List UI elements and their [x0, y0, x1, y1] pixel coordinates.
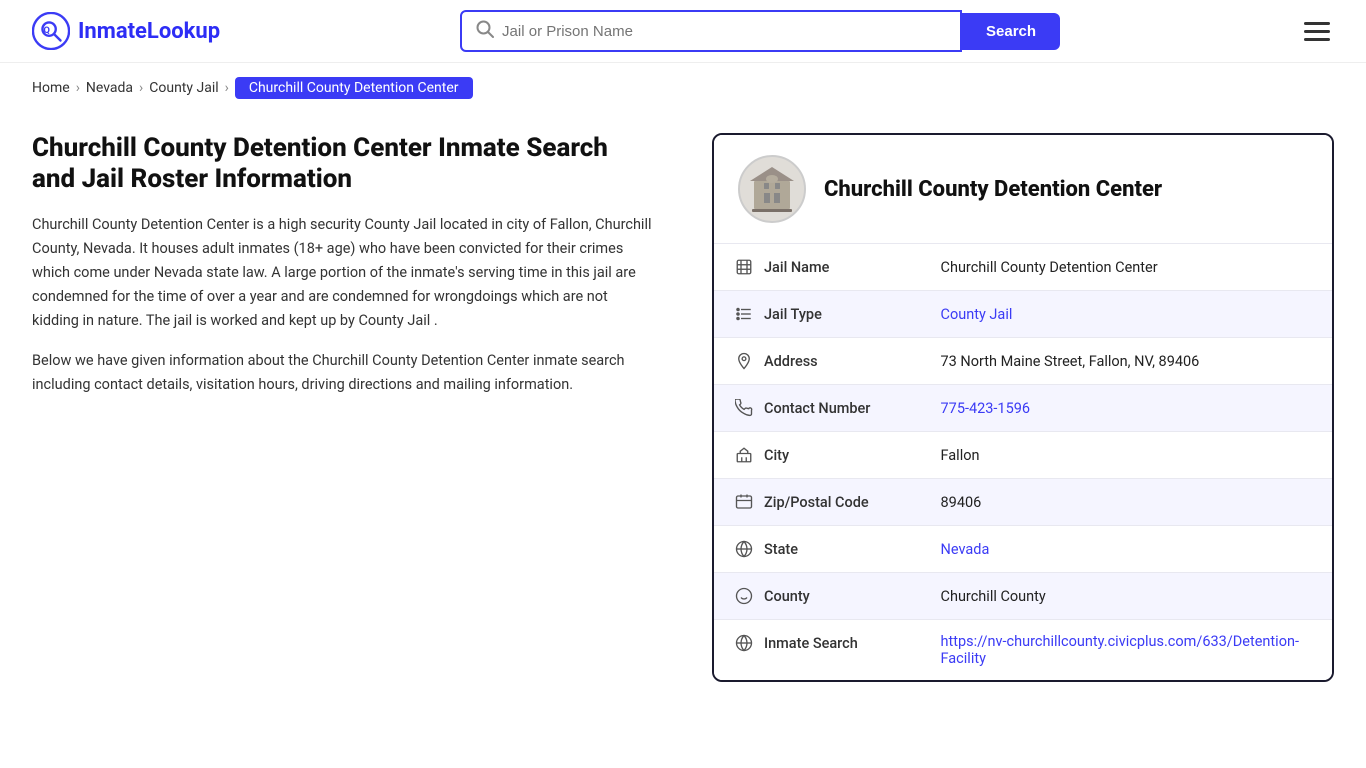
label-text: Address — [764, 353, 818, 370]
breadcrumb-sep-2: › — [139, 80, 143, 96]
location-icon — [734, 351, 754, 371]
table-row: Jail Type County Jail — [714, 291, 1332, 338]
breadcrumb-sep-3: › — [225, 80, 229, 96]
zip-icon — [734, 492, 754, 512]
breadcrumb-home[interactable]: Home — [32, 80, 70, 96]
value-cell: Churchill County Detention Center — [921, 244, 1332, 291]
value-cell: 89406 — [921, 479, 1332, 526]
label-text: Jail Name — [764, 259, 829, 276]
left-column: Churchill County Detention Center Inmate… — [32, 133, 672, 413]
value-cell: Fallon — [921, 432, 1332, 479]
card-title: Churchill County Detention Center — [824, 177, 1162, 202]
label-cell: Contact Number — [714, 385, 914, 431]
label-cell: Jail Name — [714, 244, 914, 290]
label-text: Zip/Postal Code — [764, 494, 869, 511]
contact-number-link[interactable]: 775-423-1596 — [941, 400, 1031, 417]
globe-icon — [734, 633, 754, 653]
label-text: Contact Number — [764, 400, 870, 417]
label-cell: County — [714, 573, 914, 619]
value-cell: 73 North Maine Street, Fallon, NV, 89406 — [921, 338, 1332, 385]
description-paragraph-2: Below we have given information about th… — [32, 349, 652, 397]
value-cell: Nevada — [921, 526, 1332, 573]
breadcrumb-sep-1: › — [76, 80, 80, 96]
label-text: County — [764, 588, 810, 605]
info-table: Jail Name Churchill County Detention Cen… — [714, 244, 1332, 680]
value-cell: https://nv-churchillcounty.civicplus.com… — [921, 620, 1332, 681]
facility-avatar — [738, 155, 806, 223]
header: Q InmateLookup Search — [0, 0, 1366, 63]
table-row: State Nevada — [714, 526, 1332, 573]
logo-text: InmateLookup — [78, 19, 220, 44]
list-icon — [734, 304, 754, 324]
label-cell: Zip/Postal Code — [714, 479, 914, 525]
label-cell: Address — [714, 338, 914, 384]
search-input[interactable] — [502, 23, 946, 40]
svg-text:Q: Q — [43, 25, 50, 36]
label-cell: State — [714, 526, 914, 572]
label-text: Inmate Search — [764, 635, 858, 652]
phone-icon — [734, 398, 754, 418]
hamburger-menu[interactable] — [1300, 18, 1334, 45]
logo-icon: Q — [32, 12, 70, 50]
label-cell: Inmate Search — [714, 620, 914, 666]
jail-icon — [734, 257, 754, 277]
logo-link[interactable]: Q InmateLookup — [32, 12, 220, 50]
city-icon — [734, 445, 754, 465]
value-cell: County Jail — [921, 291, 1332, 338]
breadcrumb-nevada[interactable]: Nevada — [86, 80, 133, 96]
info-card: Churchill County Detention Center Jail N… — [712, 133, 1334, 682]
county-icon — [734, 586, 754, 606]
table-row: City Fallon — [714, 432, 1332, 479]
label-cell: Jail Type — [714, 291, 914, 337]
label-text: State — [764, 541, 798, 558]
search-icon — [476, 20, 494, 42]
jail-type-link[interactable]: County Jail — [941, 306, 1013, 323]
search-button[interactable]: Search — [962, 13, 1060, 50]
label-text: City — [764, 447, 789, 464]
state-icon — [734, 539, 754, 559]
hamburger-line-1 — [1304, 22, 1330, 25]
value-cell: 775-423-1596 — [921, 385, 1332, 432]
label-cell: City — [714, 432, 914, 478]
value-cell: Churchill County — [921, 573, 1332, 620]
card-header: Churchill County Detention Center — [714, 135, 1332, 244]
breadcrumb: Home › Nevada › County Jail › Churchill … — [0, 63, 1366, 113]
page-heading: Churchill County Detention Center Inmate… — [32, 133, 652, 195]
hamburger-line-3 — [1304, 38, 1330, 41]
table-row: Zip/Postal Code 89406 — [714, 479, 1332, 526]
search-area: Search — [460, 10, 1060, 52]
description-paragraph-1: Churchill County Detention Center is a h… — [32, 213, 652, 333]
table-row: Inmate Search https://nv-churchillcounty… — [714, 620, 1332, 681]
search-input-wrap — [460, 10, 962, 52]
facility-building-icon — [746, 163, 798, 215]
inmate-search-link[interactable]: https://nv-churchillcounty.civicplus.com… — [941, 633, 1299, 667]
table-row: Jail Name Churchill County Detention Cen… — [714, 244, 1332, 291]
table-row: County Churchill County — [714, 573, 1332, 620]
table-row: Contact Number 775-423-1596 — [714, 385, 1332, 432]
main-content: Churchill County Detention Center Inmate… — [0, 113, 1366, 722]
right-column: Churchill County Detention Center Jail N… — [712, 133, 1334, 682]
state-link[interactable]: Nevada — [941, 541, 990, 558]
table-row: Address 73 North Maine Street, Fallon, N… — [714, 338, 1332, 385]
breadcrumb-county-jail[interactable]: County Jail — [149, 80, 218, 96]
label-text: Jail Type — [764, 306, 822, 323]
hamburger-line-2 — [1304, 30, 1330, 33]
breadcrumb-current: Churchill County Detention Center — [235, 77, 473, 99]
